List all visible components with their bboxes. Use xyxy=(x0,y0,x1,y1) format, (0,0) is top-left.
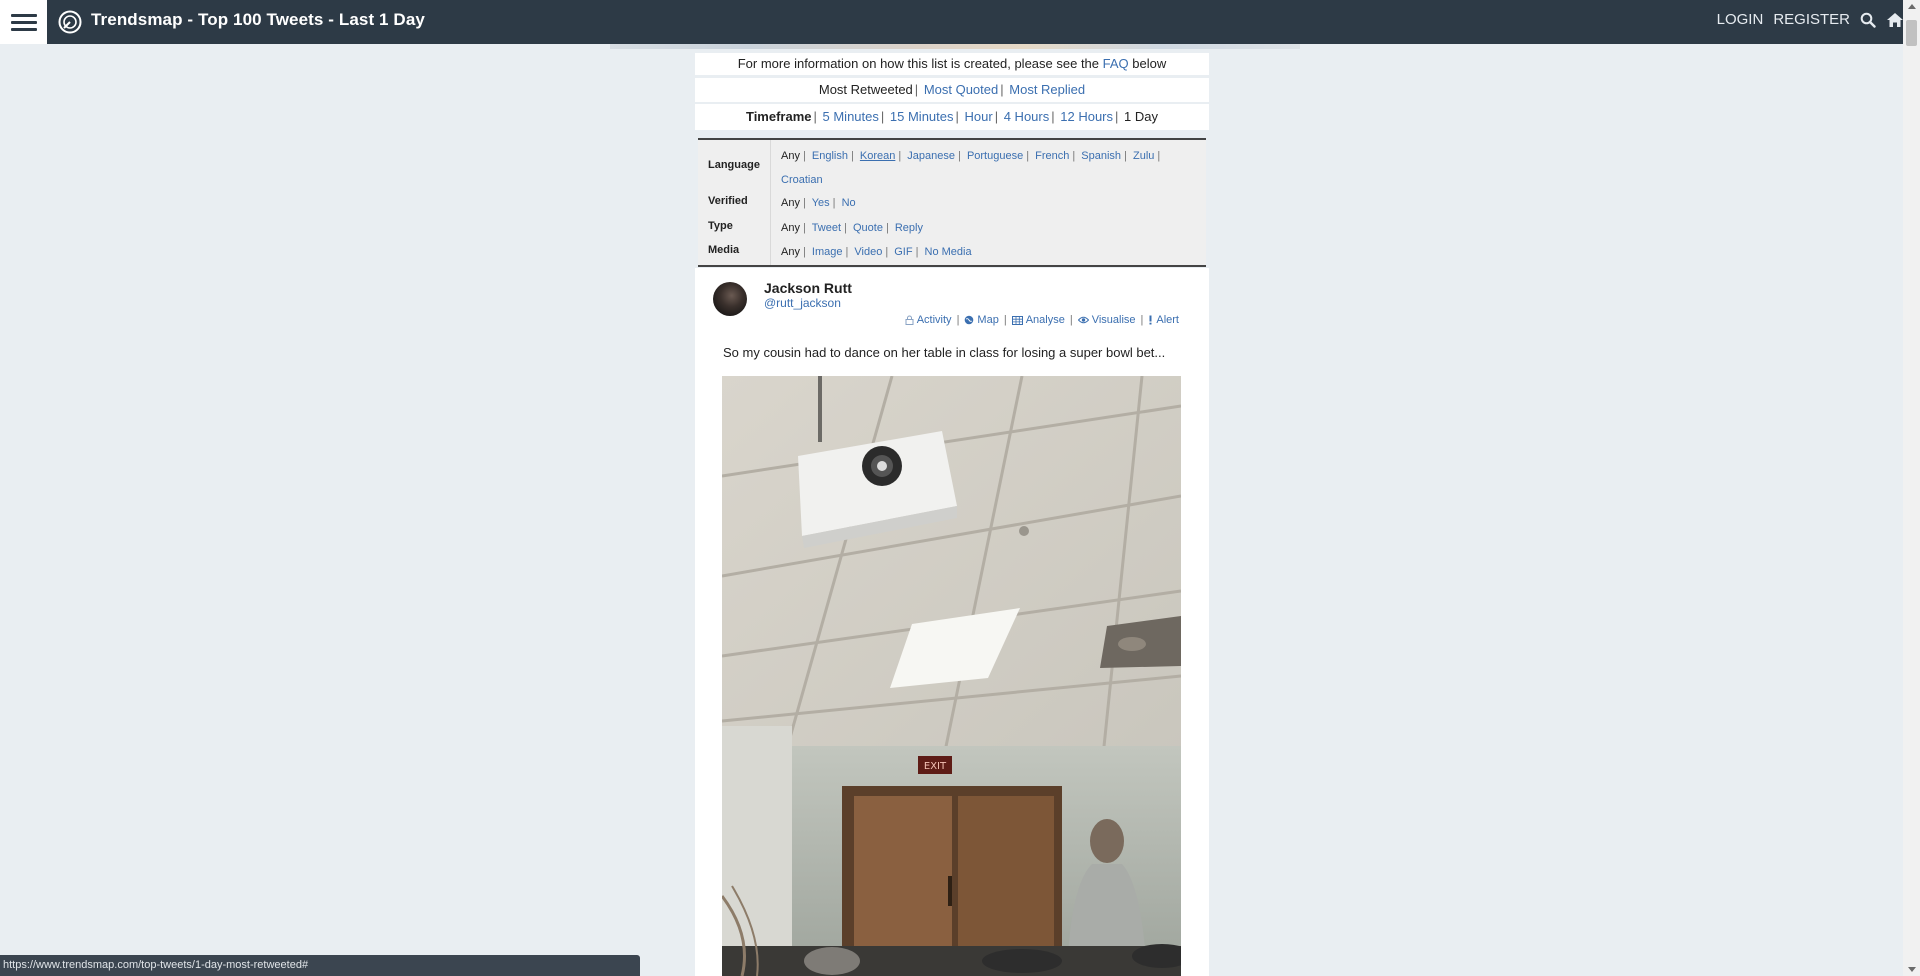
tweet-video[interactable]: EXIT xyxy=(722,376,1181,976)
media-filter-options: Any | Image | Video | GIF | No Media xyxy=(781,246,972,258)
visualise-label: Visualise xyxy=(1091,314,1136,326)
verified-no[interactable]: No xyxy=(842,197,856,209)
faq-info-suffix: below xyxy=(1132,56,1167,71)
tweet-author-name[interactable]: Jackson Rutt xyxy=(764,280,852,296)
lock-icon xyxy=(905,315,914,325)
table-icon xyxy=(1011,315,1023,325)
timeframe-label: Timeframe xyxy=(745,109,812,124)
language-portuguese[interactable]: Portuguese xyxy=(967,150,1023,162)
type-quote[interactable]: Quote xyxy=(853,222,883,234)
header-banner-strip xyxy=(610,44,1300,49)
media-no-media[interactable]: No Media xyxy=(925,246,972,258)
exit-sign-text: EXIT xyxy=(924,761,947,772)
filters-panel: Language Any | English | Korean | Japanese |… xyxy=(698,138,1206,267)
media-gif[interactable]: GIF xyxy=(894,246,912,258)
sort-selector: Most Retweeted | Most Quoted | Most Replie… xyxy=(695,78,1209,102)
timeframe-1-day: 1 Day xyxy=(1124,109,1158,124)
scroll-up-arrow-icon[interactable] xyxy=(1908,4,1916,9)
activity-label: Activity xyxy=(916,314,952,326)
timeframe-5-minutes[interactable]: 5 Minutes xyxy=(823,109,879,124)
type-filter-options: Any | Tweet | Quote | Reply xyxy=(781,222,923,234)
language-korean[interactable]: Korean xyxy=(860,150,895,162)
verified-yes[interactable]: Yes xyxy=(812,197,830,209)
language-japanese[interactable]: Japanese xyxy=(907,150,955,162)
trendsmap-logo-icon[interactable] xyxy=(58,10,82,34)
media-any[interactable]: Any xyxy=(781,246,800,258)
tweet-media-frame: EXIT xyxy=(722,376,1181,976)
timeframe-hour[interactable]: Hour xyxy=(965,109,993,124)
faq-link[interactable]: FAQ xyxy=(1103,56,1129,71)
type-any[interactable]: Any xyxy=(781,222,800,234)
type-tweet[interactable]: Tweet xyxy=(812,222,841,234)
alert-button[interactable]: Alert xyxy=(1148,314,1179,326)
map-label: Map xyxy=(977,314,999,326)
timeframe-4-hours[interactable]: 4 Hours xyxy=(1004,109,1050,124)
search-icon[interactable] xyxy=(1860,12,1876,28)
faq-info-row: For more information on how this list is… xyxy=(695,53,1209,75)
media-video[interactable]: Video xyxy=(854,246,882,258)
page-scrollbar[interactable] xyxy=(1903,0,1920,976)
avatar[interactable] xyxy=(713,282,747,316)
language-english[interactable]: English xyxy=(812,150,848,162)
analyse-label: Analyse xyxy=(1025,314,1065,326)
language-croatian[interactable]: Croatian xyxy=(781,174,823,186)
media-filter-label: Media xyxy=(708,244,740,256)
verified-filter-options: Any | Yes | No xyxy=(781,197,856,209)
sort-most-retweeted: Most Retweeted xyxy=(818,82,913,97)
activity-button[interactable]: Activity xyxy=(905,314,952,326)
type-reply[interactable]: Reply xyxy=(895,222,923,234)
register-link[interactable]: REGISTER xyxy=(1773,11,1850,28)
tweet-actions: Activity | Map | Analyse | Visualise | A… xyxy=(905,314,1179,326)
timeframe-12-hours[interactable]: 12 Hours xyxy=(1060,109,1113,124)
page-title: Trendsmap - Top 100 Tweets - Last 1 Day xyxy=(91,10,425,29)
exclamation-icon xyxy=(1149,315,1152,325)
sort-most-quoted[interactable]: Most Quoted xyxy=(924,82,998,97)
verified-any[interactable]: Any xyxy=(781,197,800,209)
top-navigation-bar: Trendsmap - Top 100 Tweets - Last 1 Day … xyxy=(0,0,1920,44)
type-filter-label: Type xyxy=(708,220,733,232)
language-zulu[interactable]: Zulu xyxy=(1133,150,1154,162)
alert-label: Alert xyxy=(1156,314,1179,326)
sort-most-replied[interactable]: Most Replied xyxy=(1009,82,1085,97)
scroll-down-arrow-icon[interactable] xyxy=(1908,967,1916,972)
map-button[interactable]: Map xyxy=(964,314,999,326)
visualise-button[interactable]: Visualise xyxy=(1077,314,1136,326)
language-filter-label: Language xyxy=(708,159,760,171)
language-any[interactable]: Any xyxy=(781,150,800,162)
scrollbar-thumb[interactable] xyxy=(1906,20,1917,46)
faq-info-text: For more information on how this list is… xyxy=(737,56,1100,71)
verified-filter-label: Verified xyxy=(708,195,748,207)
globe-icon xyxy=(965,315,974,325)
eye-icon xyxy=(1077,316,1089,324)
home-icon[interactable] xyxy=(1886,12,1904,28)
language-spanish[interactable]: Spanish xyxy=(1081,150,1121,162)
analyse-button[interactable]: Analyse xyxy=(1011,314,1065,326)
tweet-card: Jackson Rutt @rutt_jackson Activity | Ma… xyxy=(695,268,1209,976)
tweet-author-handle[interactable]: @rutt_jackson xyxy=(764,296,841,310)
hamburger-menu-icon[interactable] xyxy=(0,0,47,44)
language-french[interactable]: French xyxy=(1035,150,1069,162)
timeframe-15-minutes[interactable]: 15 Minutes xyxy=(890,109,954,124)
login-link[interactable]: LOGIN xyxy=(1717,11,1764,28)
timeframe-selector: Timeframe | 5 Minutes | 15 Minutes | Hour | … xyxy=(695,104,1209,130)
tweet-text: So my cousin had to dance on her table i… xyxy=(723,345,1166,360)
browser-status-bar: https://www.trendsmap.com/top-tweets/1-d… xyxy=(0,955,640,976)
media-image[interactable]: Image xyxy=(812,246,843,258)
language-filter-options: Any | English | Korean | Japanese | Portugue… xyxy=(781,150,1161,186)
